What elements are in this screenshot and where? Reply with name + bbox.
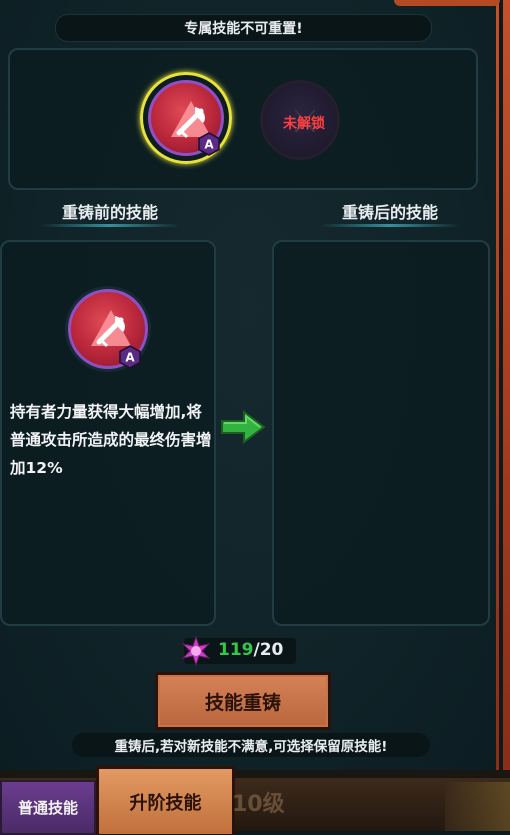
panel-border-decoration — [496, 0, 510, 780]
after-skill-card — [272, 240, 490, 626]
tab-level-label: 10级 — [232, 792, 285, 817]
svg-text:A: A — [125, 351, 135, 365]
reforge-hint: 重铸后,若对新技能不满意,可选择保留原技能! — [72, 733, 430, 757]
reset-notice: 专属技能不可重置! — [55, 14, 432, 42]
cost-owned: 119 — [218, 640, 254, 660]
title-underline — [320, 224, 460, 227]
skill-slots-frame — [8, 48, 478, 190]
top-frame-decoration — [394, 0, 500, 6]
rank-a-badge-icon: A — [119, 345, 141, 369]
reforge-cost: 119/20 — [181, 636, 296, 666]
locked-label: 未解锁 — [283, 116, 325, 132]
before-skill-title: 重铸前的技能 — [61, 203, 158, 222]
skill-description: 持有者力量获得大幅增加,将普通攻击所造成的最终伤害增加12% — [10, 403, 212, 477]
tab-upgrade-skill[interactable]: 升阶技能 — [96, 766, 235, 834]
title-underline — [40, 224, 180, 227]
rank-a-badge-icon: A — [198, 132, 220, 156]
tab-bar-decoration — [445, 782, 510, 831]
locked-skill-disc: ⚔ 未解锁 — [260, 80, 340, 160]
cost-amount: 119/20 — [218, 640, 283, 660]
after-skill-title: 重铸后的技能 — [341, 203, 438, 222]
cost-required: /20 — [253, 640, 284, 660]
reforge-button[interactable]: 技能重铸 — [155, 672, 331, 730]
skill-slot-locked[interactable]: ⚔ 未解锁 — [256, 76, 342, 162]
svg-text:A: A — [204, 138, 214, 152]
green-arrow-icon — [221, 410, 266, 444]
tab-normal-skill[interactable]: 普通技能 — [0, 780, 96, 835]
purple-crystal-icon — [181, 636, 211, 666]
